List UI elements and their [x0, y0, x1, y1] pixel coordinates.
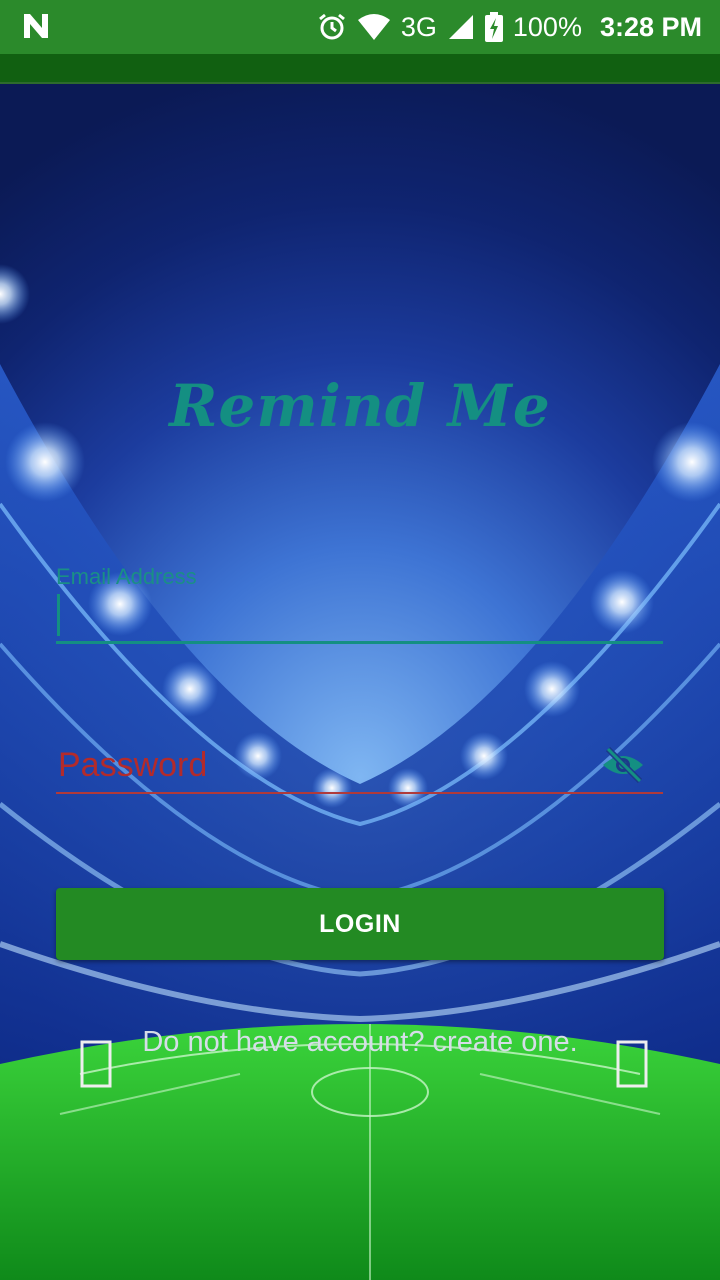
battery-percent: 100%: [512, 11, 582, 42]
app-bar: [0, 54, 720, 84]
n-notification-icon: [24, 14, 48, 38]
status-icons: 3G 100% 3:28 PM: [317, 0, 702, 54]
stadium-background: [0, 84, 720, 1280]
app-title: Remind Me: [169, 372, 551, 440]
signal-icon: [448, 15, 473, 39]
email-field[interactable]: [56, 590, 663, 644]
wifi-icon: [357, 14, 390, 40]
text-cursor: [57, 594, 60, 636]
password-field[interactable]: [56, 738, 663, 794]
email-label: Email Address: [56, 564, 197, 589]
network-type: 3G: [400, 11, 437, 42]
alarm-icon: [318, 13, 345, 40]
create-account-link[interactable]: Do not have account? create one.: [0, 1026, 720, 1059]
eye-off-icon: [603, 746, 643, 784]
clock: 3:28 PM: [599, 11, 702, 42]
login-button[interactable]: LOGIN: [56, 888, 664, 960]
battery-charging-icon: [484, 12, 503, 42]
status-bar: 3G 100% 3:28 PM: [0, 0, 720, 54]
stadium-illustration: [0, 264, 720, 1280]
password-visibility-toggle[interactable]: [598, 742, 648, 788]
